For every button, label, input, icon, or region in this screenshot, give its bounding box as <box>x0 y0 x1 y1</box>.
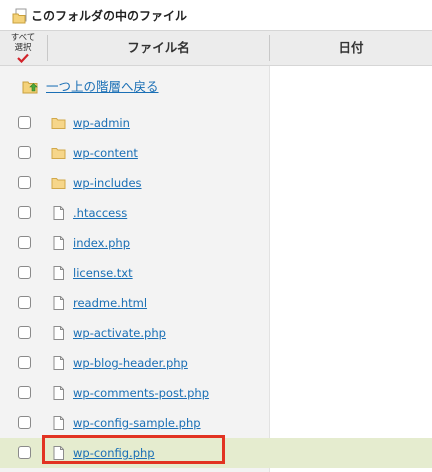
file-name-link[interactable]: wp-content <box>73 145 138 161</box>
file-checkbox[interactable] <box>18 386 31 399</box>
file-row: wp-blog-header.php <box>0 348 432 378</box>
file-checkbox[interactable] <box>18 236 31 249</box>
file-icon <box>51 266 66 280</box>
file-name-link[interactable]: readme.html <box>73 295 147 311</box>
folder-icon <box>51 146 66 160</box>
file-name-link[interactable]: license.txt <box>73 265 133 281</box>
folder-page-icon <box>12 8 27 24</box>
file-icon <box>51 206 66 220</box>
file-checkbox[interactable] <box>18 356 31 369</box>
column-header-file-name[interactable]: ファイル名 <box>48 31 269 65</box>
file-checkbox[interactable] <box>18 326 31 339</box>
file-icon <box>51 416 66 430</box>
highlight-annotation <box>42 435 225 464</box>
file-row: readme.html <box>0 288 432 318</box>
file-checkbox[interactable] <box>18 146 31 159</box>
panel-title-bar: このフォルダの中のファイル <box>0 0 432 30</box>
file-name-link[interactable]: wp-blog-header.php <box>73 355 188 371</box>
file-icon <box>51 356 66 370</box>
file-checkbox[interactable] <box>18 116 31 129</box>
file-name-link[interactable]: wp-config-sample.php <box>73 415 201 431</box>
file-name-link[interactable]: .htaccess <box>73 205 127 221</box>
file-name-link[interactable]: wp-admin <box>73 115 130 131</box>
select-all-button[interactable]: すべて 選択 <box>0 31 46 65</box>
file-checkbox[interactable] <box>18 176 31 189</box>
file-checkbox[interactable] <box>18 296 31 309</box>
file-row: wp-comments-post.php <box>0 378 432 408</box>
checkmark-icon <box>17 53 29 63</box>
file-checkbox[interactable] <box>18 266 31 279</box>
parent-folder-link[interactable]: 一つ上の階層へ戻る <box>46 79 159 95</box>
panel-title: このフォルダの中のファイル <box>31 9 188 23</box>
file-name-link[interactable]: wp-includes <box>73 175 142 191</box>
file-name-link[interactable]: wp-activate.php <box>73 325 166 341</box>
parent-folder-row: 一つ上の階層へ戻る <box>0 70 432 104</box>
file-icon <box>51 326 66 340</box>
file-icon <box>51 386 66 400</box>
select-all-label: すべて 選択 <box>10 33 36 53</box>
file-row: wp-config-sample.php <box>0 408 432 438</box>
folder-up-icon <box>22 81 38 94</box>
file-row: .htaccess <box>0 198 432 228</box>
file-checkbox[interactable] <box>18 446 31 459</box>
file-row: wp-content <box>0 138 432 168</box>
file-row: wp-includes <box>0 168 432 198</box>
file-checkbox[interactable] <box>18 206 31 219</box>
column-header-date[interactable]: 日付 <box>270 31 432 65</box>
file-row: license.txt <box>0 258 432 288</box>
file-name-link[interactable]: wp-comments-post.php <box>73 385 209 401</box>
table-header: すべて 選択 ファイル名 日付 <box>0 30 432 66</box>
folder-icon <box>51 116 66 130</box>
file-row: index.php <box>0 228 432 258</box>
file-icon <box>51 296 66 310</box>
file-name-link[interactable]: index.php <box>73 235 130 251</box>
folder-icon <box>51 176 66 190</box>
file-row: wp-activate.php <box>0 318 432 348</box>
file-icon <box>51 236 66 250</box>
file-checkbox[interactable] <box>18 416 31 429</box>
file-row: wp-admin <box>0 108 432 138</box>
